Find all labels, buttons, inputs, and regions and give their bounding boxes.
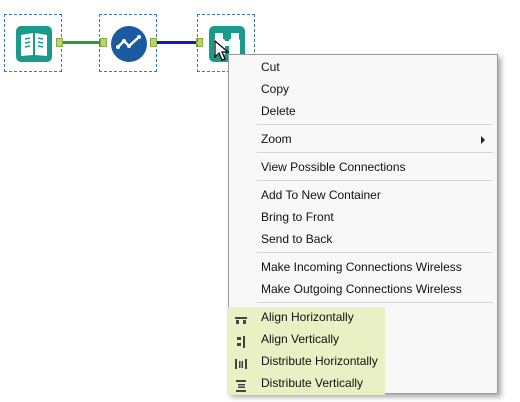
menu-item-outgoing-wireless[interactable]: Make Outgoing Connections Wireless [229, 278, 497, 300]
output-anchor[interactable] [56, 38, 63, 47]
distribute-horizontal-icon [235, 355, 247, 369]
menu-item-label: Distribute Horizontally [261, 354, 378, 368]
menu-separator [257, 124, 493, 125]
menu-item-label: Zoom [261, 132, 292, 146]
menu-separator [257, 252, 493, 253]
distribute-vertical-icon [235, 377, 247, 392]
output-anchor[interactable] [150, 38, 157, 47]
menu-item-distribute-vertically[interactable]: Distribute Vertically [229, 372, 497, 394]
menu-item-label: Delete [261, 104, 296, 118]
menu-item-distribute-horizontally[interactable]: Distribute Horizontally [229, 350, 497, 372]
menu-item-label: Copy [261, 82, 290, 96]
menu-separator [257, 152, 493, 153]
browse-tool[interactable] [99, 14, 157, 72]
menu-item-copy[interactable]: Copy [229, 78, 497, 100]
menu-item-label: Bring to Front [261, 210, 334, 224]
connection-line[interactable] [157, 41, 197, 44]
menu-item-label: Send to Back [261, 232, 333, 246]
menu-item-label: Add To New Container [261, 188, 381, 202]
context-menu: Cut Copy Delete Zoom View Possible Conne… [227, 54, 498, 395]
align-horizontal-icon [235, 311, 247, 324]
menu-item-incoming-wireless[interactable]: Make Incoming Connections Wireless [229, 256, 497, 278]
connection-line[interactable] [63, 41, 101, 44]
menu-item-label: Cut [261, 60, 280, 74]
menu-item-label: Align Horizontally [261, 310, 354, 324]
menu-item-send-to-back[interactable]: Send to Back [229, 228, 497, 250]
menu-item-label: Make Incoming Connections Wireless [261, 260, 462, 274]
menu-item-label: Distribute Vertically [261, 376, 364, 390]
menu-separator [257, 302, 493, 303]
check-flow-icon [111, 26, 147, 62]
submenu-arrow-icon [481, 136, 485, 144]
menu-item-cut[interactable]: Cut [229, 56, 497, 78]
menu-item-label: Make Outgoing Connections Wireless [261, 282, 462, 296]
menu-item-bring-to-front[interactable]: Bring to Front [229, 206, 497, 228]
menu-item-view-possible-connections[interactable]: View Possible Connections [229, 156, 497, 178]
align-vertical-icon [235, 333, 247, 348]
input-tool[interactable] [4, 14, 62, 72]
menu-item-zoom[interactable]: Zoom [229, 128, 497, 150]
book-input-icon [16, 26, 52, 62]
menu-item-align-vertically[interactable]: Align Vertically [229, 328, 497, 350]
menu-item-label: View Possible Connections [261, 160, 406, 174]
menu-item-add-to-new-container[interactable]: Add To New Container [229, 184, 497, 206]
menu-separator [257, 180, 493, 181]
menu-item-delete[interactable]: Delete [229, 100, 497, 122]
menu-item-label: Align Vertically [261, 332, 340, 346]
menu-item-align-horizontally[interactable]: Align Horizontally [229, 306, 497, 328]
